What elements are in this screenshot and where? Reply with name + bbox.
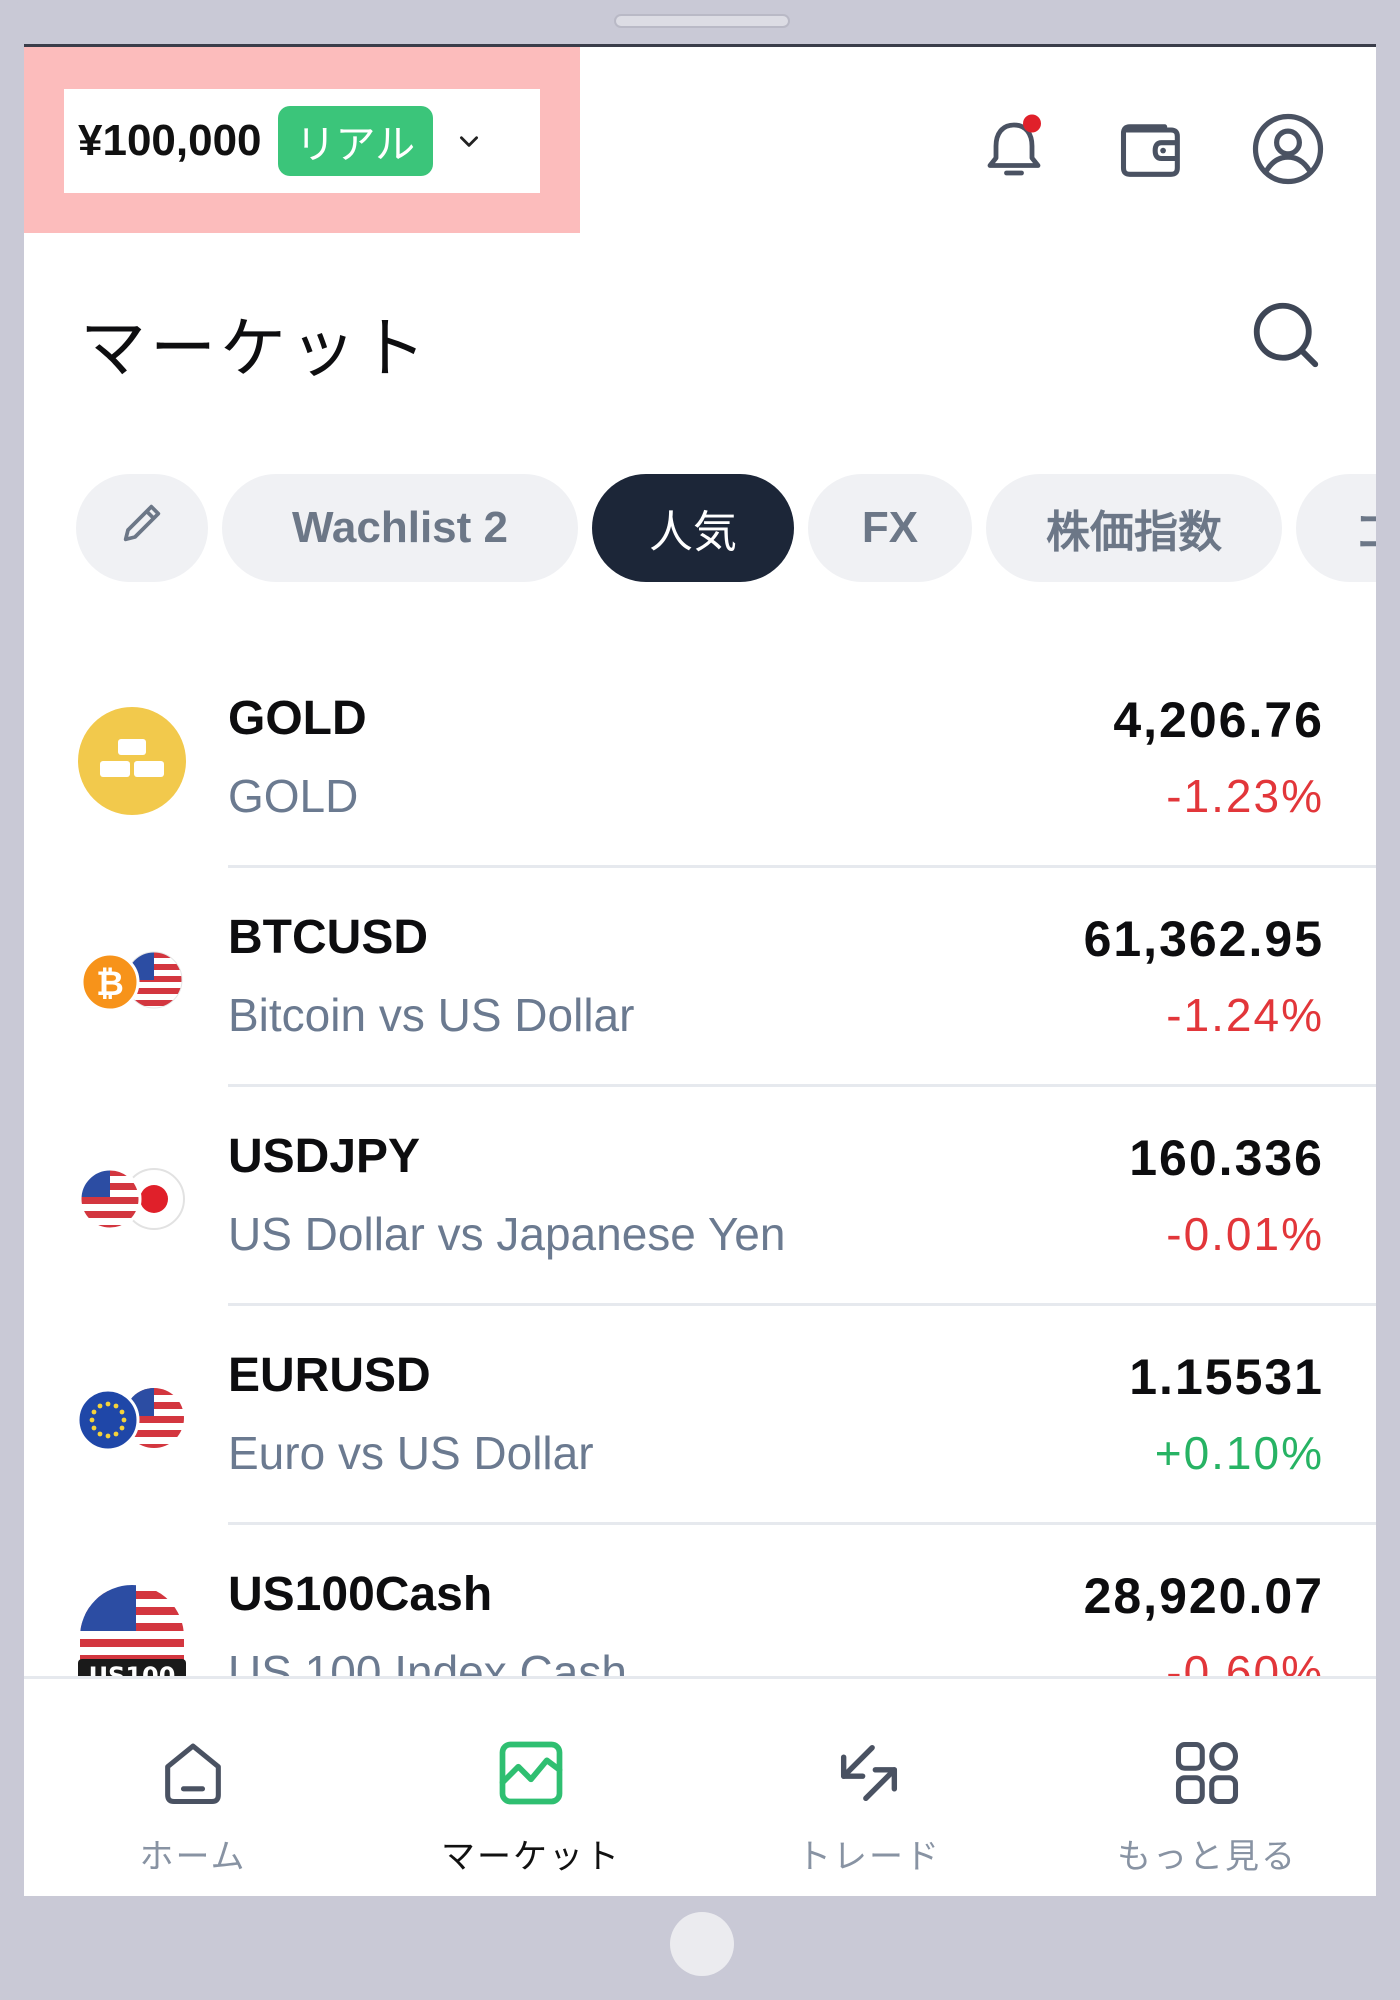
instrument-row-eurusd[interactable]: EURUSD Euro vs US Dollar 1.15531 +0.10% (24, 1306, 1376, 1525)
search-icon[interactable] (1244, 293, 1328, 377)
instrument-row-usdjpy[interactable]: USDJPY US Dollar vs Japanese Yen 160.336… (24, 1087, 1376, 1306)
chart-icon (489, 1731, 573, 1815)
account-balance: ¥100,000 (78, 116, 262, 165)
usd-jpy-flags-icon (76, 1143, 188, 1255)
more-grid-icon (1165, 1731, 1249, 1815)
tab-watchlist-2[interactable]: Wachlist 2 (222, 474, 578, 582)
tab-commodities[interactable]: コ (1296, 474, 1376, 582)
instrument-name: US Dollar vs Japanese Yen (228, 1208, 786, 1260)
tab-edit[interactable] (76, 474, 208, 582)
bitcoin-usd-flags-icon: ₿ (76, 924, 188, 1036)
pencil-icon (114, 495, 170, 562)
chevron-down-icon (451, 123, 487, 159)
user-profile-icon[interactable] (1246, 107, 1330, 191)
device-home-button[interactable] (670, 1912, 734, 1976)
instrument-price: 1.15531 (1129, 1349, 1324, 1405)
instrument-price: 61,362.95 (1083, 911, 1324, 967)
gold-bars-icon (76, 705, 188, 817)
instrument-change: -1.23% (1166, 770, 1324, 822)
app-screen: ¥100,000 リアル マーケット Wachlist 2 人気 FX 株価指数… (24, 44, 1376, 1896)
home-icon (151, 1731, 235, 1815)
tab-stock-index[interactable]: 株価指数 (986, 474, 1282, 582)
bottom-nav: ホーム マーケット トレード もっと見る (24, 1676, 1376, 1896)
instrument-price: 4,206.76 (1113, 692, 1324, 748)
instrument-price: 28,920.07 (1083, 1568, 1324, 1624)
bell-icon[interactable] (972, 107, 1056, 191)
instrument-name: Bitcoin vs US Dollar (228, 989, 635, 1041)
nav-market[interactable]: マーケット (362, 1679, 700, 1896)
instrument-list: GOLD GOLD 4,206.76 -1.23% ₿ BTCUSD Bitco… (24, 649, 1376, 1744)
instrument-name: Euro vs US Dollar (228, 1427, 594, 1479)
nav-label: トレード (797, 1838, 941, 1876)
instrument-symbol: USDJPY (228, 1130, 421, 1183)
instrument-symbol: EURUSD (228, 1349, 431, 1402)
account-type-badge: リアル (277, 106, 434, 176)
eur-usd-flags-icon (76, 1362, 188, 1474)
instrument-row-btcusd[interactable]: ₿ BTCUSD Bitcoin vs US Dollar 61,362.95 … (24, 868, 1376, 1087)
tab-popular[interactable]: 人気 (592, 474, 794, 582)
nav-more[interactable]: もっと見る (1038, 1679, 1376, 1896)
nav-label: ホーム (139, 1838, 247, 1876)
nav-label: もっと見る (1117, 1838, 1297, 1876)
instrument-name: GOLD (228, 770, 359, 822)
watchlist-tabs: Wachlist 2 人気 FX 株価指数 コ (76, 474, 1376, 582)
instrument-symbol: GOLD (228, 692, 367, 745)
instrument-change: +0.10% (1154, 1427, 1324, 1479)
trade-arrows-icon (827, 1731, 911, 1815)
account-selector[interactable]: ¥100,000 リアル (64, 89, 540, 193)
page-title: マーケット (80, 311, 430, 385)
wallet-icon[interactable] (1110, 107, 1194, 191)
instrument-change: -1.24% (1166, 989, 1324, 1041)
nav-home[interactable]: ホーム (24, 1679, 362, 1896)
instrument-change: -0.01% (1166, 1208, 1324, 1260)
device-frame: ¥100,000 リアル マーケット Wachlist 2 人気 FX 株価指数… (0, 0, 1400, 2000)
device-speaker (614, 14, 790, 28)
instrument-symbol: BTCUSD (228, 911, 428, 964)
nav-trade[interactable]: トレード (700, 1679, 1038, 1896)
instrument-symbol: US100Cash (228, 1568, 493, 1621)
nav-label: マーケット (441, 1838, 621, 1876)
svg-text:₿: ₿ (96, 964, 124, 1004)
instrument-row-gold[interactable]: GOLD GOLD 4,206.76 -1.23% (24, 649, 1376, 868)
tab-fx[interactable]: FX (808, 474, 972, 582)
instrument-price: 160.336 (1129, 1130, 1324, 1186)
